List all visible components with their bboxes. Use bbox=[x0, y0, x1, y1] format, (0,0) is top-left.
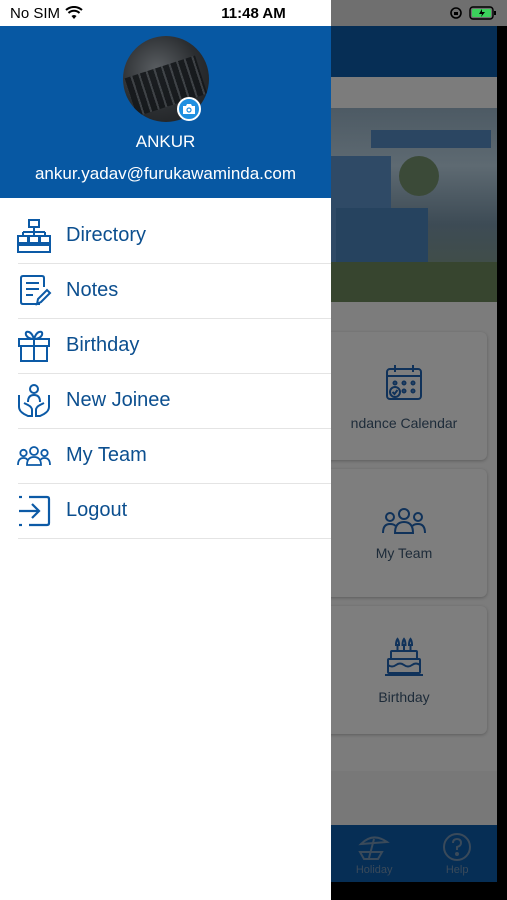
status-left: No SIM bbox=[10, 5, 83, 22]
background-strip bbox=[331, 771, 497, 825]
cake-icon bbox=[382, 635, 426, 679]
battery-icon bbox=[469, 6, 497, 20]
carrier-label: No SIM bbox=[10, 4, 61, 22]
camera-icon[interactable] bbox=[177, 97, 201, 121]
menu-item-label: Directory bbox=[66, 224, 147, 246]
background-card-attendance: ndance Calendar bbox=[331, 332, 487, 460]
background-tab-label: Help bbox=[445, 863, 469, 876]
background-card-birthday: Birthday bbox=[331, 606, 487, 734]
screen-edge bbox=[497, 0, 507, 900]
calendar-icon bbox=[382, 361, 426, 405]
background-card-label: ndance Calendar bbox=[350, 415, 458, 431]
background-card-label: Birthday bbox=[378, 689, 430, 705]
menu-item-label: Logout bbox=[66, 499, 128, 521]
background-tab-holiday: Holiday bbox=[356, 832, 393, 876]
rotation-lock-icon bbox=[449, 6, 463, 20]
menu-item-birthday[interactable]: Birthday bbox=[0, 318, 331, 374]
background-tab-help: Help bbox=[442, 832, 472, 876]
menu-item-logout[interactable]: Logout bbox=[0, 483, 331, 539]
background-tab-bar: Holiday Help bbox=[331, 825, 497, 882]
profile-email: ankur.yadav@furukawaminda.com bbox=[34, 164, 297, 183]
status-bar: No SIM 11:48 AM bbox=[0, 0, 507, 26]
menu-item-notes[interactable]: Notes bbox=[0, 263, 331, 319]
question-icon bbox=[442, 832, 472, 862]
org-chart-icon bbox=[16, 218, 52, 254]
background-card-my-team: My Team bbox=[331, 469, 487, 597]
wifi-icon bbox=[65, 6, 83, 20]
side-drawer: ANKUR ankur.yadav@furukawaminda.com Dire… bbox=[0, 26, 331, 900]
background-tab-label: Holiday bbox=[355, 863, 393, 876]
menu-item-label: New Joinee bbox=[66, 389, 171, 411]
menu-item-label: Birthday bbox=[66, 334, 140, 356]
hands-person-icon bbox=[16, 383, 52, 419]
menu-item-directory[interactable]: Directory bbox=[0, 208, 331, 264]
beach-icon bbox=[357, 832, 391, 862]
profile-name: ANKUR bbox=[135, 132, 196, 151]
notes-icon bbox=[16, 273, 52, 309]
menu-item-label: My Team bbox=[66, 444, 147, 466]
background-card-label: My Team bbox=[375, 545, 433, 561]
menu-item-my-team[interactable]: My Team bbox=[0, 428, 331, 484]
team-icon bbox=[16, 438, 52, 474]
background-banner-image bbox=[331, 108, 497, 302]
gift-icon bbox=[16, 328, 52, 364]
background-app-dimmed: ndance Calendar My Team Birthday Holiday… bbox=[331, 26, 497, 882]
drawer-menu: Directory Notes Birthday New Joinee My T bbox=[0, 208, 331, 539]
menu-item-label: Notes bbox=[66, 279, 119, 301]
logout-icon bbox=[16, 493, 52, 529]
status-right bbox=[449, 6, 497, 20]
team-icon bbox=[380, 505, 428, 535]
menu-item-new-joinee[interactable]: New Joinee bbox=[0, 373, 331, 429]
profile-header: ANKUR ankur.yadav@furukawaminda.com bbox=[0, 26, 331, 198]
background-header bbox=[331, 26, 497, 77]
